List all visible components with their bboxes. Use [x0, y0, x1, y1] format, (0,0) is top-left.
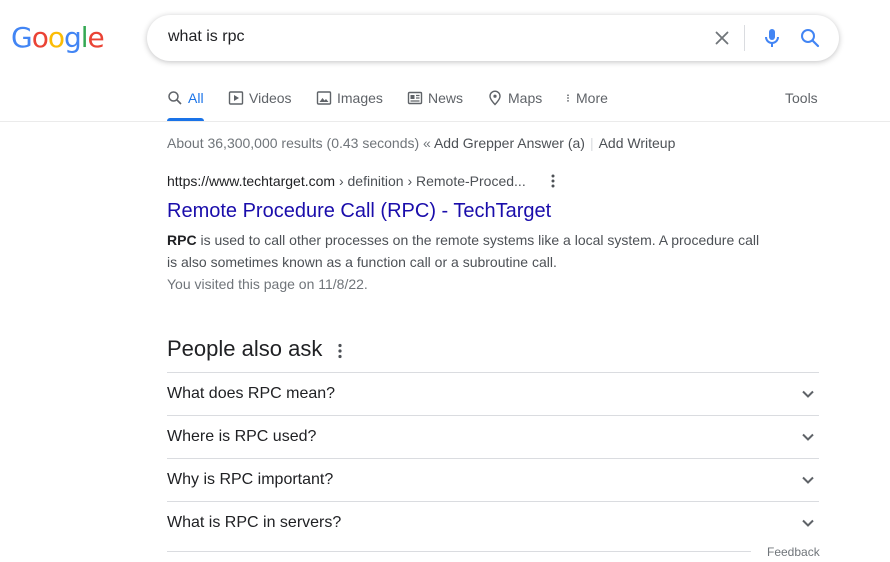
people-also-ask-heading: People also ask — [167, 336, 323, 361]
paa-question-text: What is RPC in servers? — [167, 514, 342, 531]
logo-letter: o — [31, 21, 49, 54]
more-vert-icon — [567, 94, 569, 102]
map-pin-icon — [489, 90, 501, 106]
paa-bottom-divider — [167, 551, 751, 552]
chevron-down-icon — [802, 519, 814, 527]
tab-label: Images — [337, 90, 383, 106]
paa-question[interactable]: Where is RPC used? — [167, 415, 819, 458]
chevron-down-icon — [802, 476, 814, 484]
result-cite[interactable]: https://www.techtarget.com › definition … — [167, 172, 767, 190]
tab-images[interactable]: Images — [316, 90, 383, 106]
tab-label: Maps — [508, 90, 543, 106]
tab-all[interactable]: All — [167, 90, 204, 121]
search-icon[interactable] — [798, 26, 822, 50]
paa-question[interactable]: Why is RPC important? — [167, 458, 819, 501]
paa-question-text: What does RPC mean? — [167, 385, 336, 402]
paa-question[interactable]: What is RPC in servers? — [167, 501, 819, 544]
logo-letter: g — [63, 21, 82, 54]
tab-label: Videos — [249, 90, 292, 106]
search-icon — [168, 91, 182, 105]
tab-maps[interactable]: Maps — [487, 90, 542, 106]
tab-more[interactable]: More — [563, 90, 608, 106]
stats-separator: | — [589, 135, 594, 151]
logo-letter: G — [11, 21, 33, 54]
tab-videos[interactable]: Videos — [228, 90, 292, 106]
more-vert-icon[interactable] — [544, 172, 562, 190]
search-result: https://www.techtarget.com › definition … — [167, 172, 767, 295]
paa-question[interactable]: What does RPC mean? — [167, 372, 819, 415]
add-writeup-link[interactable]: Add Writeup — [599, 135, 676, 151]
logo-letter: o — [47, 21, 65, 54]
visited-note: You visited this page on 11/8/22. — [167, 276, 368, 292]
result-title-link[interactable]: Remote Procedure Call (RPC) - TechTarget — [167, 199, 767, 223]
snippet-highlight: RPC — [167, 232, 197, 248]
result-stats: About 36,300,000 results (0.43 seconds) … — [167, 135, 675, 151]
feedback-link[interactable]: Feedback — [767, 545, 820, 559]
search-tabs: All Videos Images News Maps More Tools — [0, 80, 890, 122]
search-input[interactable]: what is rpc — [168, 28, 244, 46]
result-url: https://www.techtarget.com — [167, 173, 336, 189]
news-icon — [407, 91, 423, 105]
google-logo[interactable]: Google — [11, 20, 105, 56]
add-grepper-answer-link[interactable]: Add Grepper Answer (a) — [434, 135, 585, 151]
mic-icon[interactable] — [760, 26, 784, 50]
result-count: About 36,300,000 results (0.43 seconds) … — [167, 135, 431, 151]
tab-label: More — [576, 90, 608, 106]
result-snippet: RPC is used to call other processes on t… — [167, 229, 767, 273]
tab-label: All — [188, 90, 204, 106]
tools-button[interactable]: Tools — [785, 90, 818, 106]
search-box[interactable]: what is rpc — [147, 15, 839, 61]
play-icon — [228, 91, 244, 105]
search-divider — [744, 25, 745, 51]
close-icon[interactable] — [711, 27, 733, 49]
logo-letter: e — [87, 21, 105, 54]
tab-label: News — [428, 90, 464, 106]
more-vert-icon[interactable] — [330, 341, 350, 361]
tab-news[interactable]: News — [407, 90, 463, 106]
chevron-down-icon — [802, 433, 814, 441]
chevron-down-icon — [802, 390, 814, 398]
paa-question-text: Where is RPC used? — [167, 428, 317, 445]
result-breadcrumb: › definition › Remote-Proced... — [335, 173, 526, 189]
paa-question-text: Why is RPC important? — [167, 471, 334, 488]
snippet-text: is used to call other processes on the r… — [167, 232, 760, 270]
image-icon — [316, 91, 332, 105]
logo-letter: l — [80, 21, 89, 54]
people-also-ask-list: What does RPC mean? Where is RPC used? W… — [167, 372, 819, 544]
